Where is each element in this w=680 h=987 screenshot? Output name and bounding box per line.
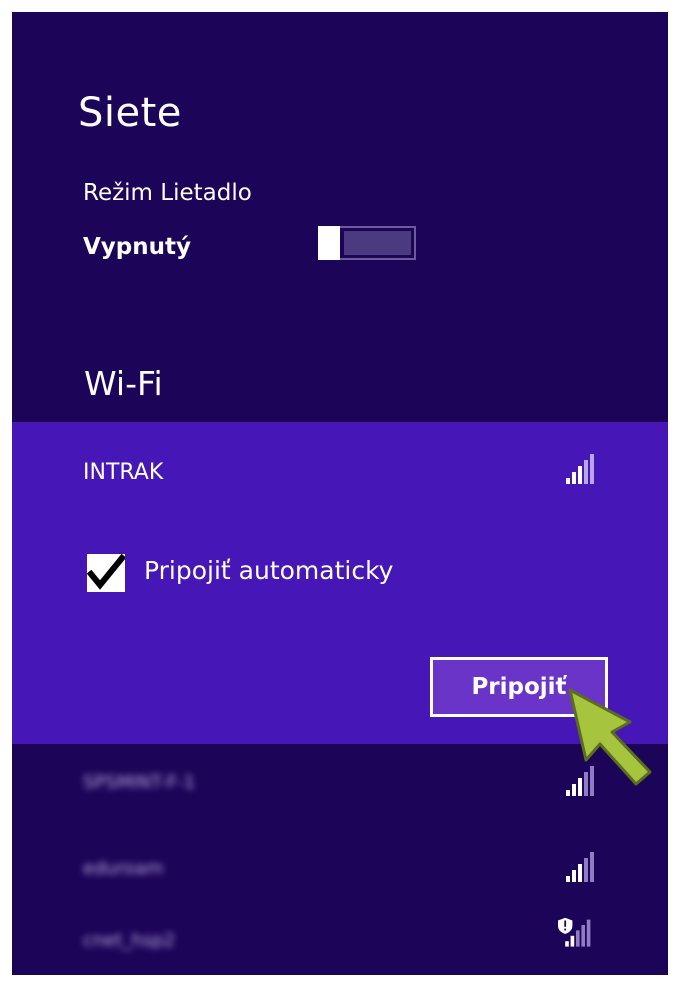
wifi-section-title: Wi-Fi xyxy=(84,364,163,403)
toggle-thumb[interactable] xyxy=(318,226,340,260)
checkmark-icon xyxy=(87,554,125,590)
signal-bars-shield-icon xyxy=(558,917,591,947)
airplane-mode-toggle[interactable] xyxy=(318,226,416,260)
signal-bars-icon xyxy=(566,852,594,882)
network-panel: Siete Režim Lietadlo Vypnutý Wi-Fi INTRA… xyxy=(12,12,668,975)
panel-title: Siete xyxy=(78,90,182,136)
arrow-cursor-icon xyxy=(568,688,652,786)
auto-connect-label[interactable]: Pripojiť automaticky xyxy=(144,556,393,585)
network-name: SPSMINT-F-1 xyxy=(83,772,196,793)
network-name: INTRAK xyxy=(83,460,164,485)
airplane-mode-label: Režim Lietadlo xyxy=(83,180,252,206)
network-name: eduroam xyxy=(83,858,164,879)
toggle-track xyxy=(344,231,411,255)
signal-bars-icon xyxy=(566,454,594,484)
auto-connect-checkbox[interactable] xyxy=(87,554,125,592)
network-name: cnet_hsp2 xyxy=(83,930,176,951)
airplane-mode-state: Vypnutý xyxy=(83,234,191,260)
